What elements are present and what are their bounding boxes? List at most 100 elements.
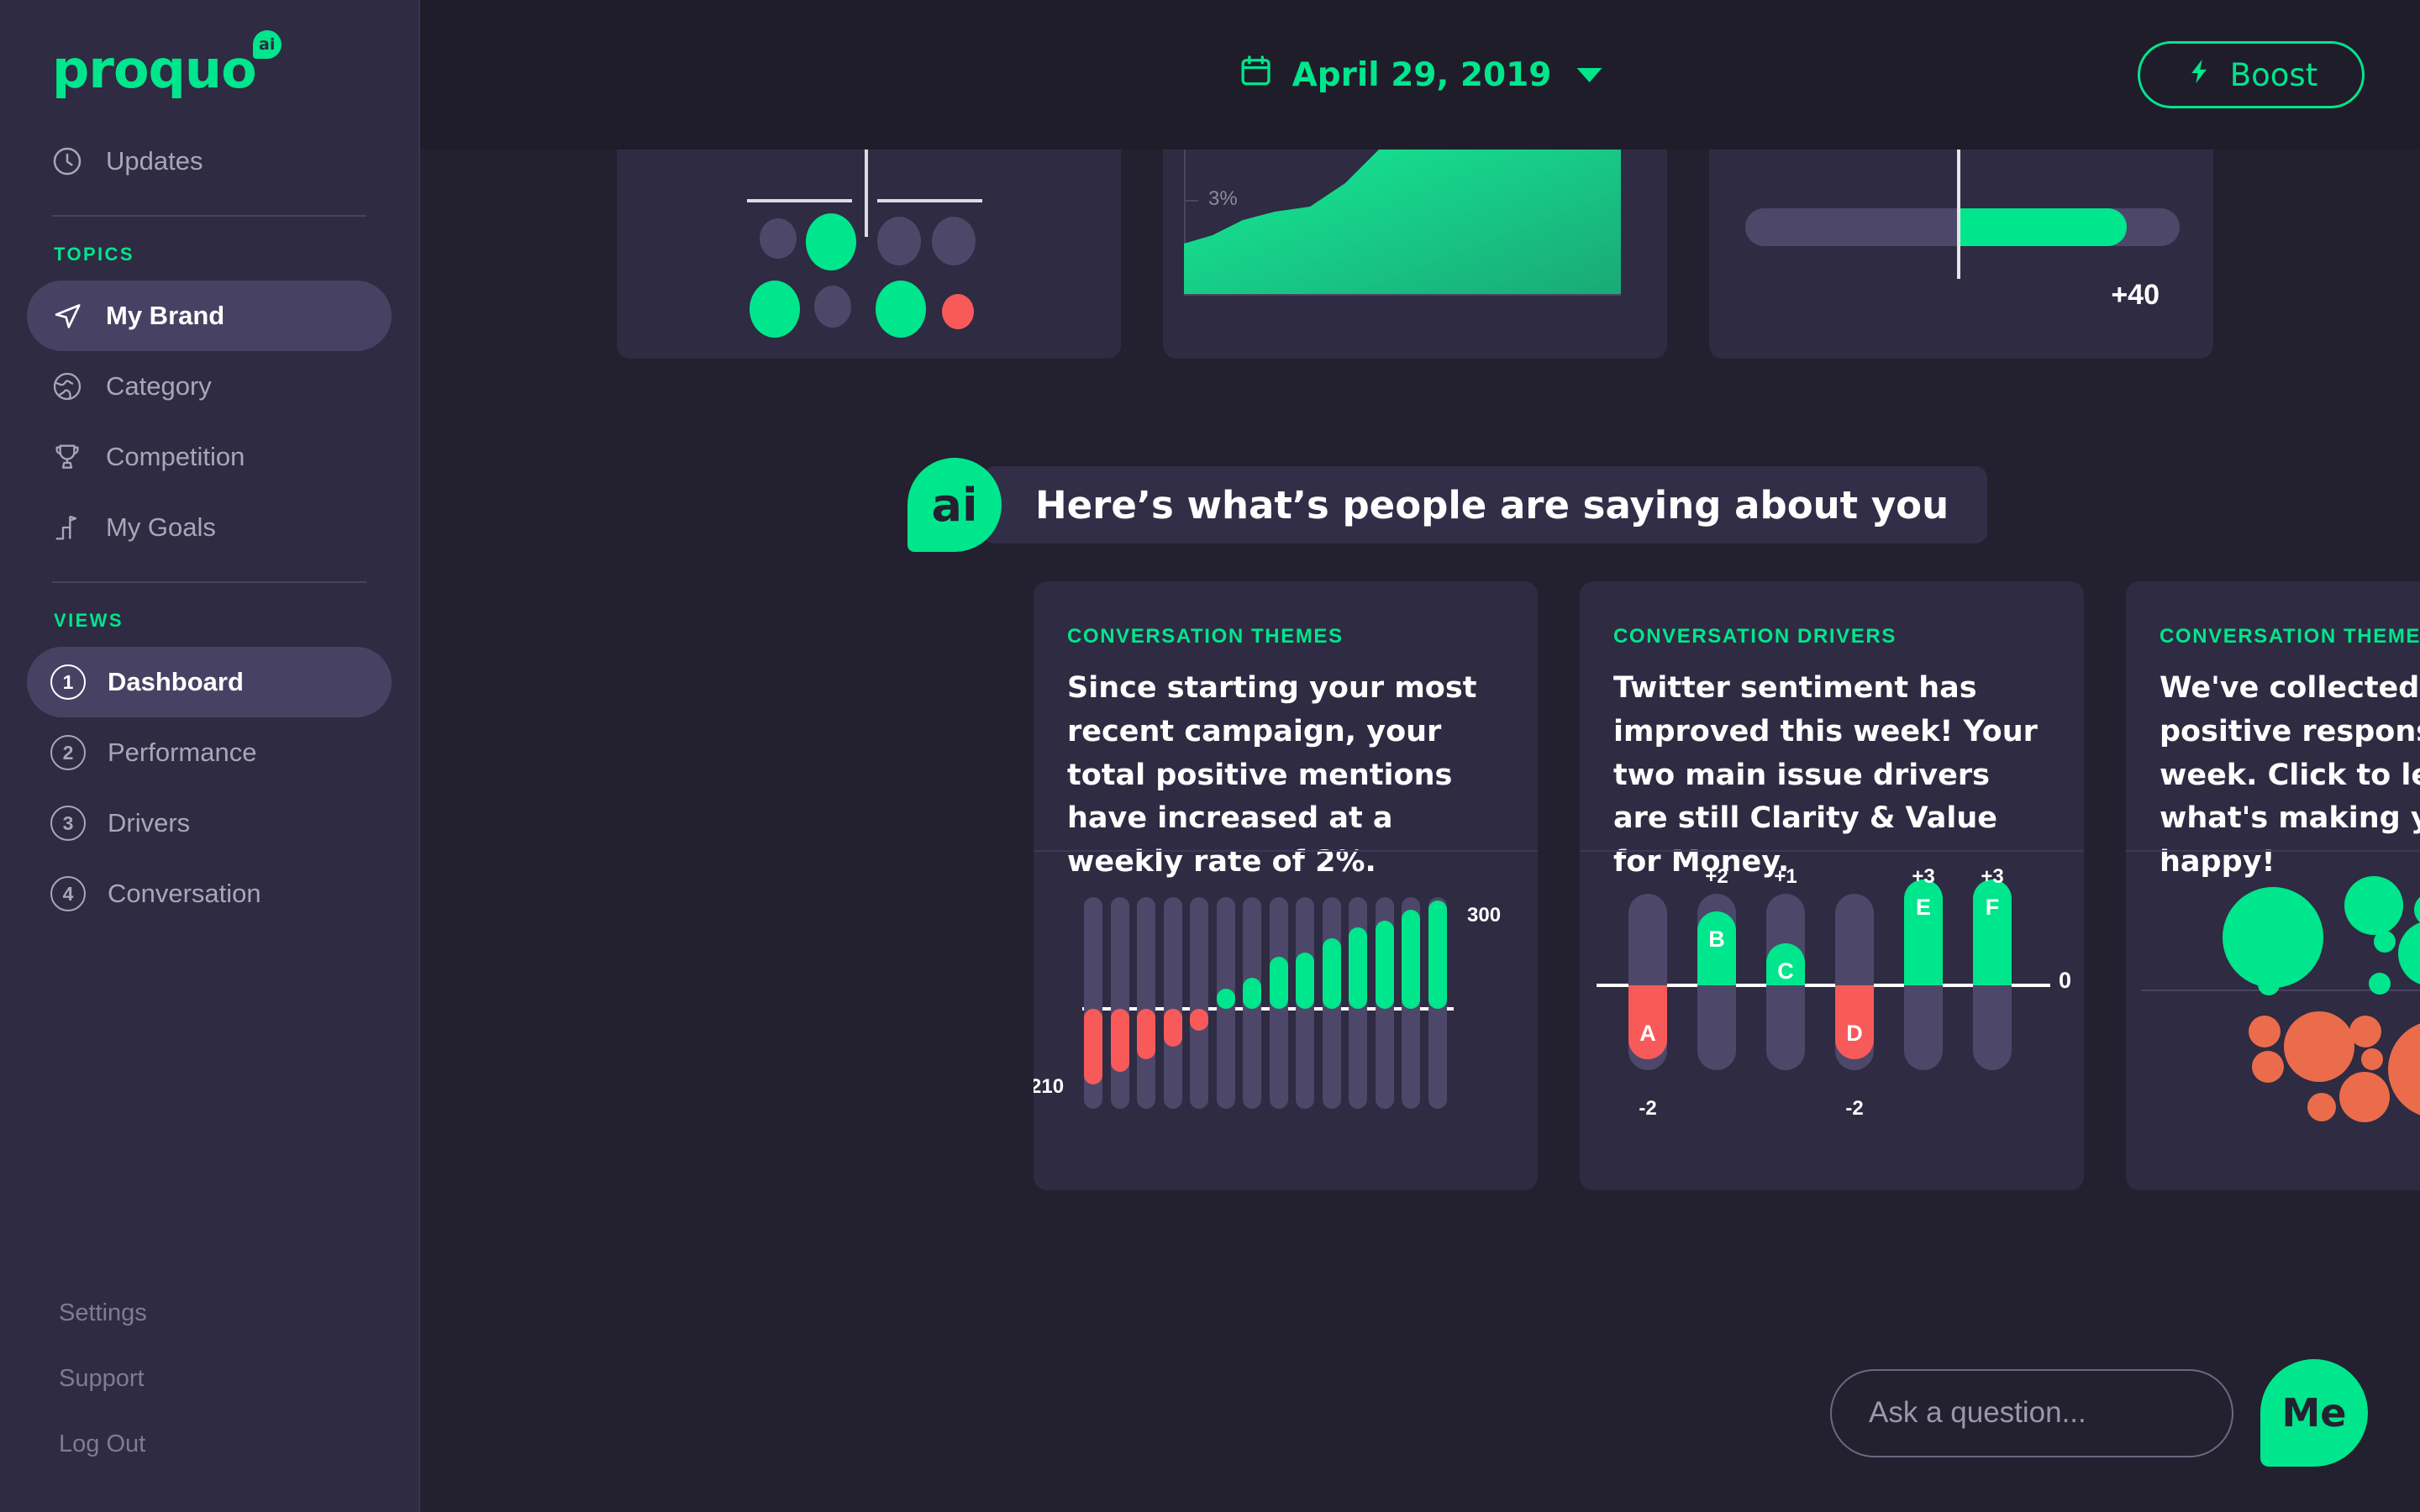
view-number-badge: 1: [50, 664, 86, 700]
quadrant-dots-chart: [617, 128, 1121, 359]
waterfall-bar: [1137, 1009, 1155, 1060]
bubble: [2398, 921, 2420, 986]
ask-question-input[interactable]: [1830, 1368, 2233, 1457]
sidebar-item-log-out[interactable]: Log Out: [0, 1411, 418, 1477]
ai-avatar-icon: ai: [908, 458, 1002, 552]
sidebar-divider-2: [52, 581, 366, 583]
globe-icon: [50, 370, 84, 403]
clock-icon: [50, 144, 84, 178]
drivers-bar-letter: F: [1985, 895, 2000, 920]
drivers-bar-letter: E: [1915, 895, 1931, 920]
quadrant-dot: [750, 281, 800, 338]
ai-insight-banner: ai Here’s what’s people are saying about…: [908, 458, 1988, 552]
waterfall-min-label: -210: [1034, 1075, 1065, 1098]
insight-card-positive-responses[interactable]: CONVERSATION THEMES We've collected 458 …: [2126, 581, 2420, 1190]
bubble: [2252, 1051, 2284, 1083]
sidebar-item-label: My Brand: [106, 301, 225, 330]
horizontal-bars-card[interactable]: +40: [1709, 128, 2213, 359]
insight-card-themes-mentions[interactable]: CONVERSATION THEMES Since starting your …: [1034, 581, 1538, 1190]
waterfall-bar: [1163, 1009, 1182, 1047]
waterfall-track: [1137, 897, 1155, 1109]
area-chart-card[interactable]: 3%: [1163, 128, 1667, 359]
bubble: [2349, 1016, 2381, 1047]
lightning-bolt-icon: [2185, 57, 2213, 93]
view-number-badge: 3: [50, 806, 86, 841]
sidebar-item-dashboard[interactable]: 1 Dashboard: [27, 647, 392, 717]
waterfall-bar: [1402, 909, 1420, 1009]
waterfall-bar: [1428, 900, 1447, 1009]
sidebar-item-competition[interactable]: Competition: [27, 422, 392, 492]
waterfall-bar: [1190, 1009, 1208, 1031]
quadrant-dot: [814, 286, 851, 328]
boost-button[interactable]: Boost: [2138, 41, 2365, 108]
sidebar-item-label: Dashboard: [108, 667, 244, 696]
waterfall-max-label: 300: [1467, 904, 1502, 927]
date-picker[interactable]: April 29, 2019: [1239, 53, 1602, 97]
bubble-chart: [2126, 852, 2420, 1190]
drivers-bar-letter: C: [1777, 958, 1794, 984]
sidebar-item-performance[interactable]: 2 Performance: [27, 717, 392, 788]
chevron-down-icon: [1576, 67, 1602, 82]
sidebar-divider-1: [52, 215, 366, 217]
sidebar-item-label: Drivers: [108, 808, 191, 837]
sidebar-item-updates[interactable]: Updates: [27, 126, 392, 197]
bubble: [2258, 974, 2280, 995]
insight-card-drivers[interactable]: CONVERSATION DRIVERS Twitter sentiment h…: [1580, 581, 2084, 1190]
drivers-bar-letter: A: [1639, 1021, 1656, 1046]
card-eyebrow: CONVERSATION THEMES: [1067, 625, 1344, 648]
calendar-icon: [1239, 53, 1274, 97]
insight-card-row: CONVERSATION THEMES Since starting your …: [420, 581, 2420, 1190]
waterfall-bar: [1349, 927, 1367, 1009]
waterfall-bar: [1375, 920, 1394, 1009]
sidebar-item-conversation[interactable]: 4 Conversation: [27, 858, 392, 929]
waterfall-chart: -210 300: [1034, 852, 1538, 1190]
view-number-badge: 2: [50, 735, 86, 770]
sidebar-item-label: Updates: [106, 146, 203, 176]
drivers-value-label: -2: [1845, 1097, 1864, 1120]
sidebar-item-my-goals[interactable]: My Goals: [27, 492, 392, 563]
bubble: [2374, 931, 2396, 953]
quadrant-dots-card[interactable]: [617, 128, 1121, 359]
sidebar-item-drivers[interactable]: 3 Drivers: [27, 788, 392, 858]
sidebar-item-label: Competition: [106, 442, 245, 471]
sidebar-item-settings[interactable]: Settings: [0, 1280, 418, 1346]
drivers-value-label: +3: [1912, 865, 1935, 888]
quadrant-horizontal-axis-left: [747, 199, 852, 202]
waterfall-bar: [1269, 956, 1288, 1009]
bubble: [2388, 1021, 2420, 1118]
hbar-value-label: +40: [2111, 279, 2160, 311]
bubble: [2361, 1048, 2383, 1070]
sidebar-item-my-brand[interactable]: My Brand: [27, 281, 392, 351]
waterfall-bar: [1296, 953, 1314, 1009]
logo[interactable]: proquo ai: [0, 0, 418, 126]
sidebar-footer: Settings Support Log Out: [0, 1280, 418, 1477]
sidebar-item-label: Conversation: [108, 879, 261, 908]
ai-banner-message: Here’s what’s people are saying about yo…: [983, 466, 1988, 543]
quadrant-dot: [942, 294, 974, 329]
sidebar-item-category[interactable]: Category: [27, 351, 392, 422]
quadrant-dot: [876, 281, 926, 338]
card-body-text: Since starting your most recent campaign…: [1067, 671, 1477, 879]
waterfall-bar: [1243, 978, 1261, 1009]
waterfall-track: [1163, 897, 1182, 1109]
view-number-badge: 4: [50, 876, 86, 911]
app-root: proquo ai Updates TOPICS My Brand Catego…: [0, 0, 2420, 1512]
hbar-zero-line: [1957, 128, 1960, 279]
top-bar: April 29, 2019 Boost: [420, 0, 2420, 150]
quadrant-dot: [877, 217, 921, 265]
area-chart-plot: [1184, 128, 1621, 294]
bubble: [2369, 973, 2391, 995]
sidebar-item-support[interactable]: Support: [0, 1346, 418, 1411]
quadrant-dot: [806, 213, 856, 270]
waterfall-bar: [1322, 938, 1341, 1009]
sidebar-section-topics: TOPICS: [54, 244, 134, 265]
date-picker-value: April 29, 2019: [1292, 55, 1552, 94]
drivers-value-label: +2: [1705, 865, 1728, 888]
bubble: [2249, 1016, 2281, 1047]
user-avatar[interactable]: Me: [2260, 1359, 2368, 1467]
waterfall-bar: [1216, 989, 1235, 1009]
drivers-value-label: -2: [1639, 1097, 1657, 1120]
bubble: [2223, 887, 2323, 988]
drivers-bar-letter: B: [1708, 927, 1725, 952]
card-eyebrow: CONVERSATION THEMES: [2160, 625, 2420, 648]
